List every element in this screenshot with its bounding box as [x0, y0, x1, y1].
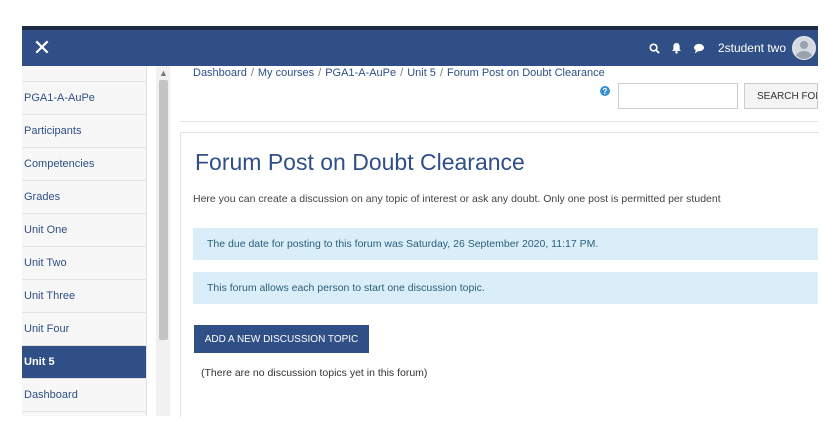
sidebar-item-unit-three[interactable]: Unit Three [22, 280, 146, 313]
help-icon[interactable]: ? [600, 86, 610, 96]
empty-forum-message: (There are no discussion topics yet in t… [201, 367, 428, 379]
top-navbar: ✕ 2student two [22, 30, 818, 66]
sidebar-item-competencies[interactable]: Competencies [22, 148, 146, 181]
breadcrumb-current-page[interactable]: Forum Post on Doubt Clearance [447, 67, 605, 79]
header-divider [180, 121, 818, 122]
navbar-icon-group: 2student two [644, 30, 818, 66]
sidebar-item-course-home[interactable]: PGA1-A-AuPe [22, 81, 146, 115]
breadcrumb-unit[interactable]: Unit 5 [407, 67, 436, 79]
sidebar-scrollbar[interactable]: ▲ [156, 66, 170, 416]
sidebar-item-unit-four[interactable]: Unit Four [22, 313, 146, 346]
sidebar-item-unit-5[interactable]: Unit 5 [22, 346, 146, 379]
chat-icon[interactable] [688, 30, 710, 66]
bell-icon[interactable] [666, 30, 688, 66]
scrollbar-thumb[interactable] [159, 80, 168, 340]
sidebar-item-unit-one[interactable]: Unit One [22, 214, 146, 247]
search-forums-button[interactable]: SEARCH FOR [744, 83, 818, 109]
add-discussion-topic-button[interactable]: ADD A NEW DISCUSSION TOPIC [194, 325, 369, 353]
avatar[interactable] [792, 36, 816, 60]
breadcrumb-my-courses[interactable]: My courses [258, 67, 314, 79]
course-sidebar: PGA1-A-AuPe Participants Competencies Gr… [22, 66, 147, 416]
breadcrumb-dashboard[interactable]: Dashboard [193, 67, 247, 79]
forum-search-input[interactable] [618, 83, 738, 109]
avatar-body-shape [796, 51, 812, 59]
sidebar-item-dashboard[interactable]: Dashboard [22, 379, 146, 412]
forum-intro-text: Here you can create a discussion on any … [193, 193, 721, 205]
breadcrumb-separator: / [400, 67, 404, 79]
breadcrumb-separator: / [439, 67, 443, 79]
due-date-notice: The due date for posting to this forum w… [193, 228, 818, 260]
search-icon[interactable] [644, 30, 666, 66]
breadcrumb-separator: / [250, 67, 254, 79]
sidebar-item-grades[interactable]: Grades [22, 181, 146, 214]
breadcrumb-course[interactable]: PGA1-A-AuPe [325, 67, 396, 79]
page-title: Forum Post on Doubt Clearance [195, 149, 525, 175]
user-name[interactable]: 2student two [718, 41, 786, 55]
avatar-head-shape [800, 41, 808, 49]
scroll-up-arrow-icon[interactable]: ▲ [159, 68, 168, 78]
close-drawer-button[interactable]: ✕ [30, 36, 54, 60]
breadcrumb: Dashboard / My courses / PGA1-A-AuPe / Unit 5/… [193, 67, 605, 79]
sidebar-item-participants[interactable]: Participants [22, 115, 146, 148]
breadcrumb-separator: / [318, 67, 322, 79]
sidebar-item-unit-two[interactable]: Unit Two [22, 247, 146, 280]
one-topic-notice: This forum allows each person to start o… [193, 272, 818, 304]
